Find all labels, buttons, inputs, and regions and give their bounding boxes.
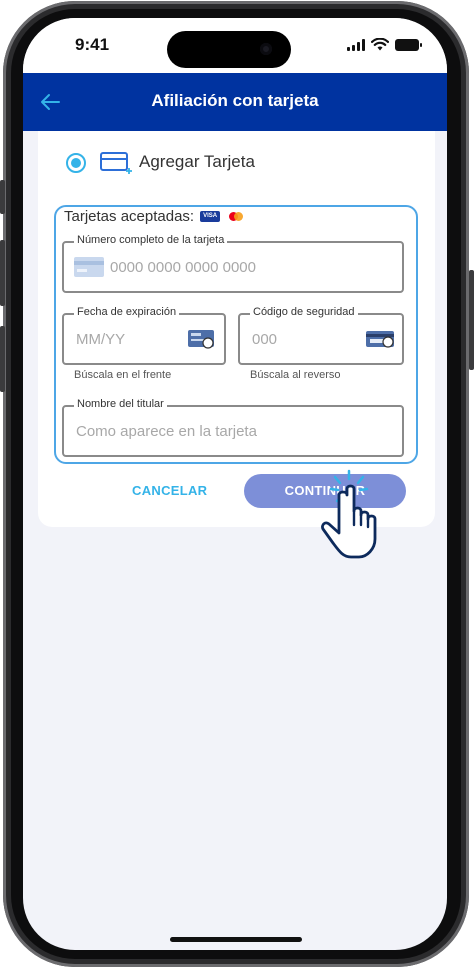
tap-hand-icon — [321, 469, 377, 559]
expiry-label: Fecha de expiración — [74, 306, 180, 318]
camera-icon — [260, 43, 272, 55]
holder-name-field[interactable]: Nombre del titular Como aparece en la ta… — [62, 398, 404, 457]
dynamic-island — [167, 31, 291, 68]
card-number-label: Número completo de la tarjeta — [74, 234, 228, 246]
silent-switch — [0, 180, 5, 214]
add-card-icon — [100, 152, 132, 174]
card-form: Tarjetas aceptadas: VISA Número completo… — [54, 205, 418, 464]
card-front-icon — [188, 330, 214, 349]
card-number-field[interactable]: Número completo de la tarjeta 0000 0000 … — [62, 234, 404, 293]
battery-icon — [395, 38, 422, 51]
screen: 9:41 Afiliación con tarjeta Agregar Tarj… — [23, 18, 447, 950]
volume-down-button — [0, 326, 5, 392]
wifi-icon — [371, 38, 389, 51]
security-code-label: Código de seguridad — [250, 306, 358, 318]
status-time: 9:41 — [75, 35, 110, 54]
status-bar: 9:41 — [23, 18, 447, 73]
power-button — [469, 270, 474, 370]
page-title: Afiliación con tarjeta — [151, 91, 319, 110]
status-icons — [347, 38, 422, 51]
expiry-hint: Búscala en el frente — [74, 369, 172, 381]
mastercard-icon — [226, 211, 246, 222]
security-code-hint: Búscala al reverso — [250, 369, 341, 381]
home-indicator — [170, 937, 302, 942]
signal-icon — [347, 38, 365, 51]
volume-up-button — [0, 240, 5, 306]
visa-icon: VISA — [200, 211, 221, 222]
add-card-label[interactable]: Agregar Tarjeta — [139, 152, 255, 172]
card-back-icon — [366, 331, 394, 348]
security-code-field[interactable]: Código de seguridad 000 — [238, 306, 404, 365]
accepted-cards-label: Tarjetas aceptadas: — [64, 208, 195, 225]
security-code-input[interactable]: 000 — [252, 331, 277, 348]
card-number-input[interactable]: 0000 0000 0000 0000 — [110, 259, 256, 276]
cancel-button[interactable]: CANCELAR — [132, 483, 207, 498]
add-card-radio[interactable] — [66, 153, 86, 173]
app-bar: Afiliación con tarjeta — [23, 73, 447, 131]
holder-name-label: Nombre del titular — [74, 398, 167, 410]
expiry-field[interactable]: Fecha de expiración MM/YY — [62, 306, 226, 365]
holder-name-input[interactable]: Como aparece en la tarjeta — [76, 423, 257, 440]
credit-card-icon — [74, 257, 104, 277]
accepted-cards: Tarjetas aceptadas: VISA — [64, 208, 246, 225]
expiry-input[interactable]: MM/YY — [76, 331, 125, 348]
